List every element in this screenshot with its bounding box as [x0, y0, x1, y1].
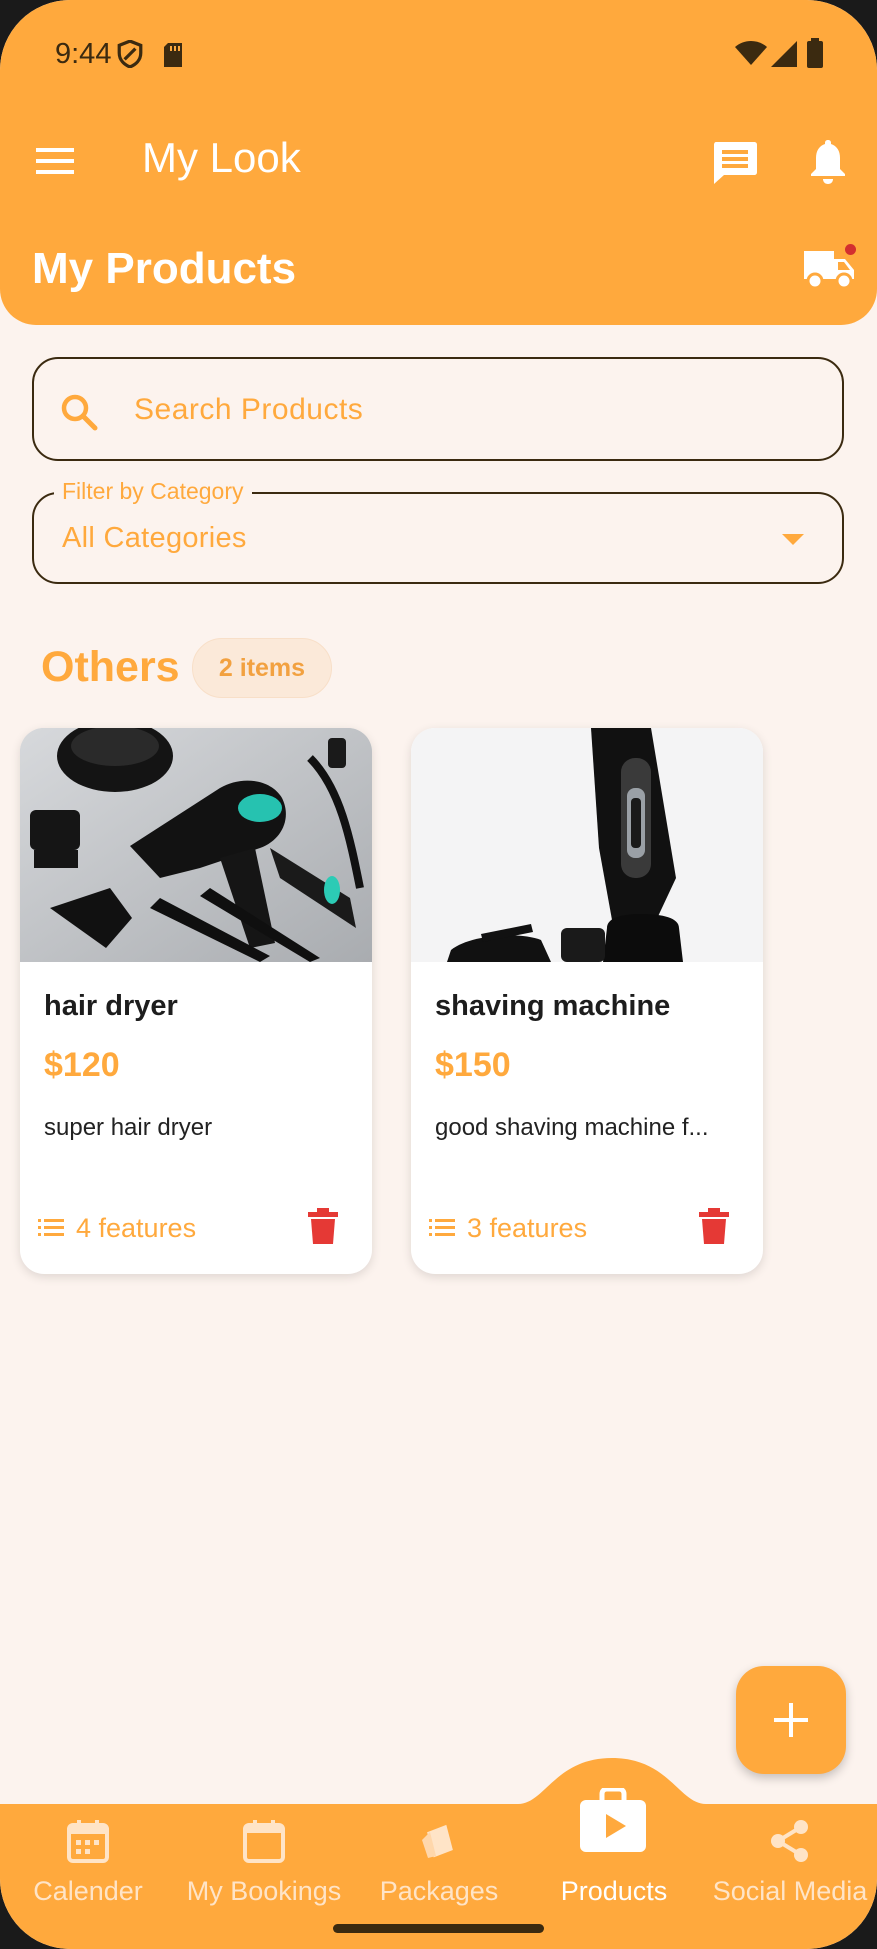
plus-icon — [774, 1703, 808, 1737]
home-indicator[interactable] — [333, 1924, 544, 1933]
product-card[interactable]: shaving machine $150 good shaving machin… — [411, 728, 763, 1274]
product-name: shaving machine — [435, 990, 671, 1022]
product-description: super hair dryer — [44, 1114, 213, 1141]
delete-icon[interactable] — [308, 1208, 338, 1244]
sd-card-icon — [164, 43, 182, 67]
category-filter-dropdown[interactable]: Filter by Category All Categories — [32, 478, 844, 584]
shaving-machine-photo — [411, 728, 763, 962]
list-icon — [38, 1219, 64, 1236]
features-info: 4 features — [38, 1210, 196, 1246]
nav-item-packages[interactable]: Packages — [351, 1818, 527, 1928]
page-title: My Products — [32, 244, 297, 293]
calendar-icon — [67, 1820, 109, 1863]
hair-dryer-photo — [20, 728, 372, 962]
product-price: $120 — [44, 1046, 120, 1084]
calendar-blank-icon — [243, 1820, 285, 1863]
search-icon — [61, 394, 98, 431]
app-title: My Look — [142, 134, 301, 181]
product-price: $150 — [435, 1046, 511, 1084]
shopping-bag-play-icon — [580, 1788, 646, 1852]
notification-dot — [845, 244, 856, 255]
features-count: 4 features — [76, 1212, 197, 1243]
nav-label: Social Media — [712, 1876, 868, 1906]
dropdown-arrow-icon — [782, 534, 804, 545]
notification-bell-icon[interactable] — [808, 138, 848, 184]
nav-label: Calender — [33, 1876, 143, 1906]
packages-icon — [422, 1824, 453, 1858]
filter-selected-value: All Categories — [62, 522, 247, 554]
filter-label: Filter by Category — [54, 478, 252, 505]
status-bar: 9:44 — [0, 0, 877, 110]
search-box[interactable] — [32, 357, 844, 461]
product-name: hair dryer — [44, 990, 178, 1022]
section-title: Others — [41, 643, 180, 691]
nav-item-my-bookings[interactable]: My Bookings — [176, 1818, 352, 1928]
hamburger-menu-icon — [36, 148, 74, 174]
item-count-badge: 2 items — [192, 638, 332, 698]
search-input[interactable] — [134, 383, 814, 437]
delete-icon[interactable] — [699, 1208, 729, 1244]
nav-item-calender[interactable]: Calender — [0, 1818, 176, 1928]
nav-label: Packages — [379, 1876, 499, 1906]
list-icon — [429, 1219, 455, 1236]
product-description: good shaving machine f... — [435, 1114, 709, 1141]
nav-label: Products — [560, 1876, 668, 1906]
share-icon — [771, 1820, 808, 1862]
wifi-icon — [735, 41, 767, 65]
battery-icon — [807, 38, 823, 68]
signal-icon — [771, 41, 797, 67]
nav-label: My Bookings — [186, 1876, 342, 1906]
chat-icon[interactable] — [712, 140, 758, 186]
features-count: 3 features — [467, 1212, 588, 1243]
nav-item-social-media[interactable]: Social Media — [702, 1818, 877, 1928]
shield-icon — [117, 40, 143, 68]
app-header: 9:44 My Look My Products — [0, 0, 877, 325]
menu-button[interactable] — [34, 140, 76, 182]
status-time: 9:44 — [55, 38, 112, 70]
phone-screen: 9:44 My Look My Products Search Products… — [0, 0, 877, 1949]
features-info: 3 features — [429, 1210, 587, 1246]
product-card[interactable]: hair dryer $120 super hair dryer 4 featu… — [20, 728, 372, 1274]
bottom-navigation: Calender My Bookings Packages Products S… — [0, 1758, 877, 1949]
